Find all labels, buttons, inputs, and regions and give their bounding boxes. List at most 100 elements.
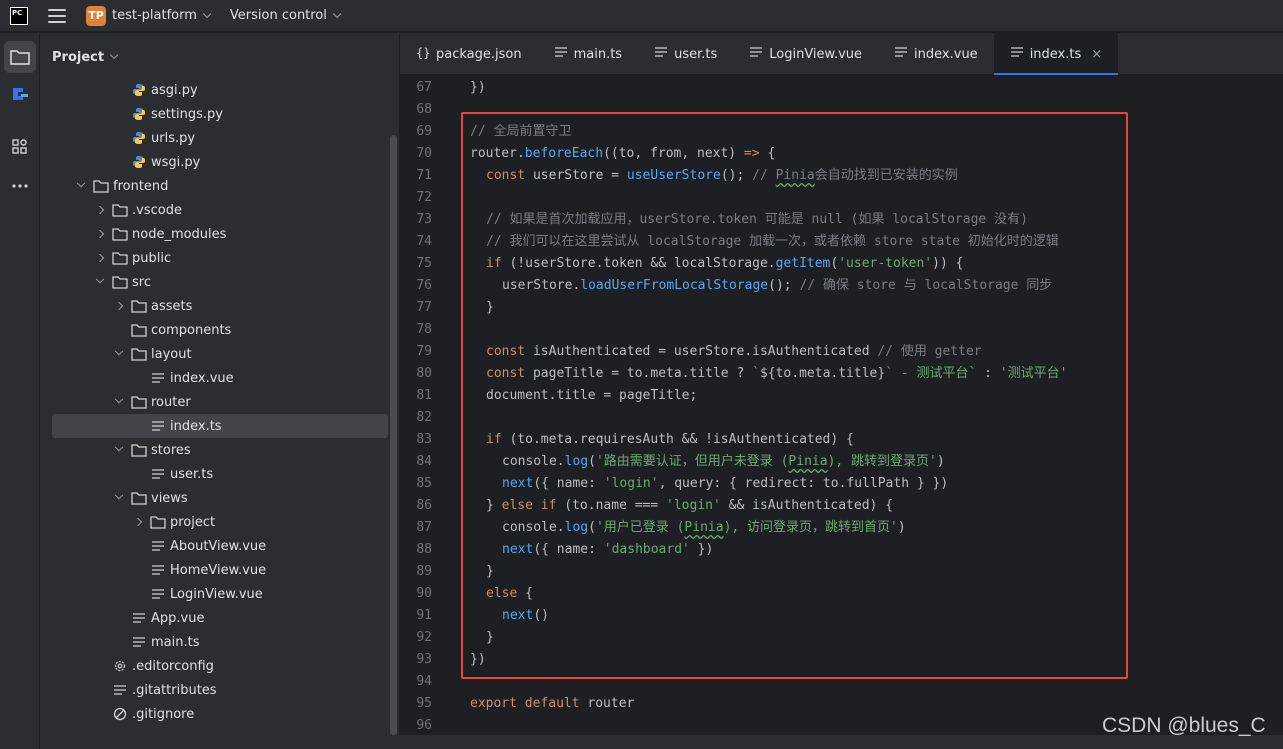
chevron-down-icon[interactable] [113,394,125,408]
pycharm-logo[interactable]: PC _ [10,6,28,25]
chevron-right-icon[interactable] [94,204,106,216]
chevron-down-icon[interactable] [332,9,342,18]
line-number: 84 [416,454,432,469]
tree-item[interactable]: .gitattributes [52,678,388,702]
chevron-down-icon[interactable] [202,9,212,18]
tree-item[interactable]: components [52,318,388,342]
chevron-down-icon[interactable] [94,274,106,288]
chevron-down-icon[interactable] [113,442,125,456]
chevron-down-icon[interactable] [113,346,125,360]
code-line[interactable]: 95 export default router [400,693,1283,715]
more-tools-button[interactable] [4,170,36,202]
text-file-icon [131,610,147,626]
gear-icon [112,658,128,674]
tab-package-json[interactable]: {} package.json [400,33,538,75]
tree-item[interactable]: router [52,390,388,414]
chevron-right-icon[interactable] [94,252,106,264]
chevron-down-icon[interactable] [113,490,125,504]
structure-tool-button[interactable] [4,79,36,111]
line-number: 71 [416,168,432,183]
line-number: 86 [416,498,432,513]
tree-item[interactable]: index.ts [52,414,388,438]
line-number: 92 [416,630,432,645]
chevron-right-icon[interactable] [132,516,144,528]
text-file-icon [150,466,166,482]
tree-item[interactable]: .editorconfig [52,654,388,678]
chevron-down-icon[interactable] [75,178,87,192]
tree-item[interactable]: assets [52,294,388,318]
tree-item[interactable]: node_modules [52,222,388,246]
tree-item[interactable]: stores [52,438,388,462]
tree-item-label: AboutView.vue [170,538,267,554]
tree-item-label: components [151,322,232,338]
tab-user-ts[interactable]: user.ts [638,33,733,75]
tree-item-label: urls.py [151,130,196,146]
tree-item[interactable]: LoginView.vue [52,582,388,606]
python-file-icon [131,106,147,122]
tab-index-vue[interactable]: index.vue [878,33,994,75]
version-control-menu[interactable]: Version control [230,8,327,23]
tree-item[interactable]: urls.py [52,126,388,150]
tab-main-ts[interactable]: main.ts [538,33,638,75]
folder-icon [131,442,147,458]
text-file-icon [1010,46,1024,62]
tree-item[interactable]: src [52,270,388,294]
tree-item[interactable]: index.vue [52,366,388,390]
tree-item[interactable]: HomeView.vue [52,558,388,582]
line-number: 74 [416,234,432,249]
line-number: 70 [416,146,432,161]
plugins-tool-button[interactable] [4,131,36,163]
code-line[interactable]: 67}) [400,77,1283,99]
commit-icon [13,88,28,100]
tree-item[interactable]: views [52,486,388,510]
text-file-icon [150,562,166,578]
project-panel: Project asgi.py settings.py urls.py wsgi.py… [40,33,400,749]
tool-window-bar [0,33,40,749]
tree-item[interactable]: .vscode [52,198,388,222]
tab-loginview-vue[interactable]: LoginView.vue [733,33,878,75]
tree-item[interactable]: project [52,510,388,534]
text-file-icon [112,682,128,698]
tree-item[interactable]: public [52,246,388,270]
more-icon [12,184,28,188]
project-panel-header[interactable]: Project [40,33,399,81]
tree-item[interactable]: main.ts [52,630,388,654]
tree-item[interactable]: asgi.py [52,78,388,102]
tree-item[interactable]: frontend [52,174,388,198]
tree-item[interactable]: wsgi.py [52,150,388,174]
line-number: 90 [416,586,432,601]
chevron-right-icon[interactable] [113,300,125,312]
tree-item-label: src [132,274,151,290]
folder-icon [112,274,128,290]
tree-item-label: .gitignore [132,706,195,722]
tree-item-label: stores [151,442,191,458]
tree-scrollbar[interactable] [390,135,397,735]
folder-icon [131,298,147,314]
tab-index-ts[interactable]: index.ts × [993,33,1119,75]
tree-item[interactable]: layout [52,342,388,366]
ide-window: PC _ TP test-platform Version control Pr… [0,0,1283,749]
folder-icon [112,226,128,242]
line-number: 91 [416,608,432,623]
close-icon[interactable]: × [1091,47,1102,62]
tree-item[interactable]: user.ts [52,462,388,486]
folder-icon [150,514,166,530]
chevron-right-icon[interactable] [94,228,106,240]
tree-item[interactable]: .gitignore [52,702,388,726]
tree-item[interactable]: AboutView.vue [52,534,388,558]
project-selector[interactable]: test-platform [112,8,197,23]
tree-item-label: index.ts [170,418,222,434]
folder-icon [131,394,147,410]
tree-item[interactable]: App.vue [52,606,388,630]
project-panel-title[interactable]: Project [52,50,104,65]
line-number: 89 [416,564,432,579]
tab-label: package.json [436,46,522,62]
tree-item[interactable]: settings.py [52,102,388,126]
main-menu-icon[interactable] [48,8,66,23]
line-number: 78 [416,322,432,337]
tree-item-label: HomeView.vue [170,562,267,578]
text-file-icon [150,586,166,602]
project-badge[interactable]: TP [86,5,106,26]
project-tool-button[interactable] [4,41,36,73]
chevron-down-icon[interactable] [109,50,119,60]
